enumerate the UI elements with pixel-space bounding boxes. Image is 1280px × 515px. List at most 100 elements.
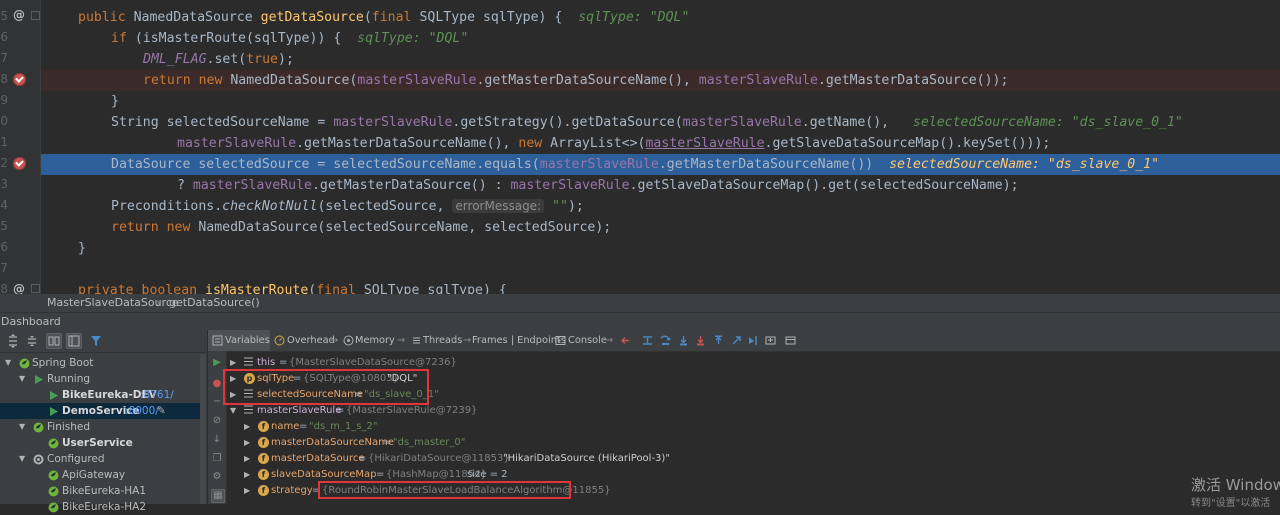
- variable-row-masterdatasourcename[interactable]: ▶ f masterDataSourceName = "ds_master_0": [226, 435, 1280, 451]
- collapse-arrow-icon[interactable]: ▼: [230, 403, 236, 419]
- code-line[interactable]: return new NamedDataSource(selectedSourc…: [41, 217, 1280, 238]
- tree-label: BikeEureka-HA2: [62, 501, 146, 513]
- layout-icon[interactable]: [66, 333, 82, 349]
- force-step-into-icon[interactable]: [695, 335, 706, 346]
- breakpoint-icon[interactable]: ●: [211, 378, 223, 390]
- variable-row-masterdatasource[interactable]: ▶ f masterDataSource = {HikariDataSource…: [226, 451, 1280, 467]
- tree-node-bikeeureka-ha2[interactable]: BikeEureka-HA2: [0, 499, 200, 515]
- pin-arrow-icon[interactable]: →: [330, 330, 338, 351]
- run-to-cursor-icon[interactable]: [748, 335, 759, 346]
- code-line-current-execution[interactable]: DataSource selectedSource = selectedSour…: [41, 154, 1280, 175]
- collapse-icon[interactable]: −: [211, 396, 223, 408]
- evaluate-expression-icon[interactable]: [765, 335, 776, 346]
- tab-variables[interactable]: Variables: [208, 330, 270, 351]
- expand-arrow-icon[interactable]: ▶: [244, 435, 250, 451]
- code-line[interactable]: String selectedSourceName = masterSlaveR…: [41, 112, 1280, 133]
- spring-boot-icon: [33, 422, 44, 433]
- code-text: }: [111, 91, 119, 112]
- code-token: getDataSource: [260, 10, 364, 25]
- code-line[interactable]: ? masterSlaveRule.getMasterDataSource() …: [41, 175, 1280, 196]
- code-line[interactable]: private boolean isMasterRoute(final SQLT…: [41, 280, 1280, 294]
- tab-console[interactable]: Console →: [553, 330, 623, 351]
- tree-node-bikeeureka-dev[interactable]: BikeEureka-DEV :8761/: [0, 387, 200, 403]
- expand-arrow-icon[interactable]: ▼: [5, 355, 11, 371]
- breakpoint-icon[interactable]: [13, 157, 26, 170]
- code-line[interactable]: public NamedDataSource getDataSource(fin…: [41, 7, 1280, 28]
- breakpoint-icon[interactable]: [13, 73, 26, 86]
- tree-node-configured[interactable]: ▼ Configured: [0, 451, 200, 467]
- code-line[interactable]: }: [41, 91, 1280, 112]
- collapse-all-icon[interactable]: [24, 333, 40, 349]
- expand-arrow-icon[interactable]: ▶: [244, 419, 250, 435]
- expand-arrow-icon[interactable]: ▼: [19, 419, 25, 435]
- fold-marker-icon[interactable]: [31, 11, 40, 20]
- override-annotation-icon[interactable]: @: [13, 282, 26, 294]
- line-number: 3: [0, 177, 8, 191]
- code-line[interactable]: [41, 259, 1280, 280]
- variable-name: name: [271, 421, 300, 432]
- equals-sign: =: [299, 421, 308, 432]
- expand-arrow-icon[interactable]: ▶: [244, 483, 250, 499]
- pin-arrow-icon[interactable]: →: [397, 330, 405, 351]
- code-token: ArrayList<>(: [550, 136, 646, 151]
- resume-icon[interactable]: ▶: [211, 357, 223, 369]
- port-link[interactable]: :8000/: [125, 403, 159, 419]
- tree-node-apigateway[interactable]: ApiGateway: [0, 467, 200, 483]
- step-out-icon[interactable]: [713, 335, 724, 346]
- tab-memory[interactable]: Memory →: [340, 330, 408, 351]
- tree-scrollbar[interactable]: [200, 354, 206, 504]
- restore-layout-icon[interactable]: [620, 335, 631, 346]
- drop-frame-icon[interactable]: [731, 335, 742, 346]
- tree-node-bikeeureka-ha1[interactable]: BikeEureka-HA1: [0, 483, 200, 499]
- configured-icon: [33, 454, 44, 465]
- layout-icon[interactable]: ▦: [211, 489, 225, 503]
- code-line[interactable]: masterSlaveRule.getMasterDataSourceName(…: [41, 133, 1280, 154]
- tab-label: Console: [568, 335, 607, 346]
- variable-row-name[interactable]: ▶ f name = "ds_m_1_s_2": [226, 419, 1280, 435]
- step-over-icon[interactable]: [660, 335, 671, 346]
- variable-row-masterslaverule[interactable]: ▼ masterSlaveRule = {MasterSlaveRule@723…: [226, 403, 1280, 419]
- arrow-down-icon[interactable]: ↓: [211, 434, 223, 446]
- fold-marker-icon[interactable]: [31, 284, 40, 293]
- editor-gutter[interactable]: 5 6 7 8 9 0 1 2 3 4 5 6 7 8 @ @: [0, 0, 41, 294]
- show-execution-point-icon[interactable]: [642, 335, 653, 346]
- tree-node-finished[interactable]: ▼ Finished: [0, 419, 200, 435]
- expand-all-icon[interactable]: [5, 333, 21, 349]
- spring-boot-icon: [48, 438, 59, 449]
- code-line[interactable]: if (isMasterRoute(sqlType)) { sqlType: "…: [41, 28, 1280, 49]
- variable-value: "ds_m_1_s_2": [309, 421, 378, 432]
- group-by-type-icon[interactable]: [46, 333, 62, 349]
- code-line[interactable]: }: [41, 238, 1280, 259]
- port-link[interactable]: :8761/: [140, 387, 174, 403]
- tab-threads[interactable]: Threads →: [408, 330, 474, 351]
- layout-settings-icon[interactable]: [785, 335, 796, 346]
- expand-arrow-icon[interactable]: ▼: [19, 371, 25, 387]
- code-editor[interactable]: 5 6 7 8 9 0 1 2 3 4 5 6 7 8 @ @ public N…: [0, 0, 1280, 294]
- breadcrumb-method[interactable]: getDataSource(): [169, 294, 260, 312]
- filter-icon[interactable]: [88, 333, 104, 349]
- edit-icon[interactable]: ✎: [157, 403, 166, 419]
- expand-arrow-icon[interactable]: ▶: [244, 467, 250, 483]
- code-line[interactable]: DML_FLAG.set(true);: [41, 49, 1280, 70]
- field-icon: f: [258, 485, 269, 496]
- override-annotation-icon[interactable]: @: [13, 8, 26, 22]
- tab-overhead[interactable]: Overhead →: [270, 330, 340, 351]
- copy-icon[interactable]: ❐: [211, 453, 223, 465]
- settings-icon[interactable]: ⚙: [211, 471, 223, 483]
- pin-arrow-icon[interactable]: →: [605, 330, 613, 351]
- tree-node-demoservice[interactable]: DemoService :8000/ ✎: [0, 403, 200, 419]
- tree-node-running[interactable]: ▼ Running: [0, 371, 200, 387]
- tree-node-spring-boot[interactable]: ▼ Spring Boot: [0, 355, 200, 371]
- code-token: .getMasterDataSourceName(),: [476, 73, 699, 88]
- tree-node-userservice[interactable]: UserService: [0, 435, 200, 451]
- tab-frames-endpoints[interactable]: Frames | Endpoints: [472, 330, 566, 351]
- expand-arrow-icon[interactable]: ▼: [19, 451, 25, 467]
- mute-breakpoints-icon[interactable]: ⊘: [211, 415, 223, 427]
- threads-icon: [413, 337, 420, 344]
- step-into-icon[interactable]: [678, 335, 689, 346]
- code-line[interactable]: Preconditions.checkNotNull(selectedSourc…: [41, 196, 1280, 217]
- expand-arrow-icon[interactable]: ▶: [244, 451, 250, 467]
- code-token: (: [363, 10, 372, 25]
- code-line-breakpoint[interactable]: return new NamedDataSource(masterSlaveRu…: [41, 70, 1280, 91]
- pin-arrow-icon[interactable]: →: [463, 330, 471, 351]
